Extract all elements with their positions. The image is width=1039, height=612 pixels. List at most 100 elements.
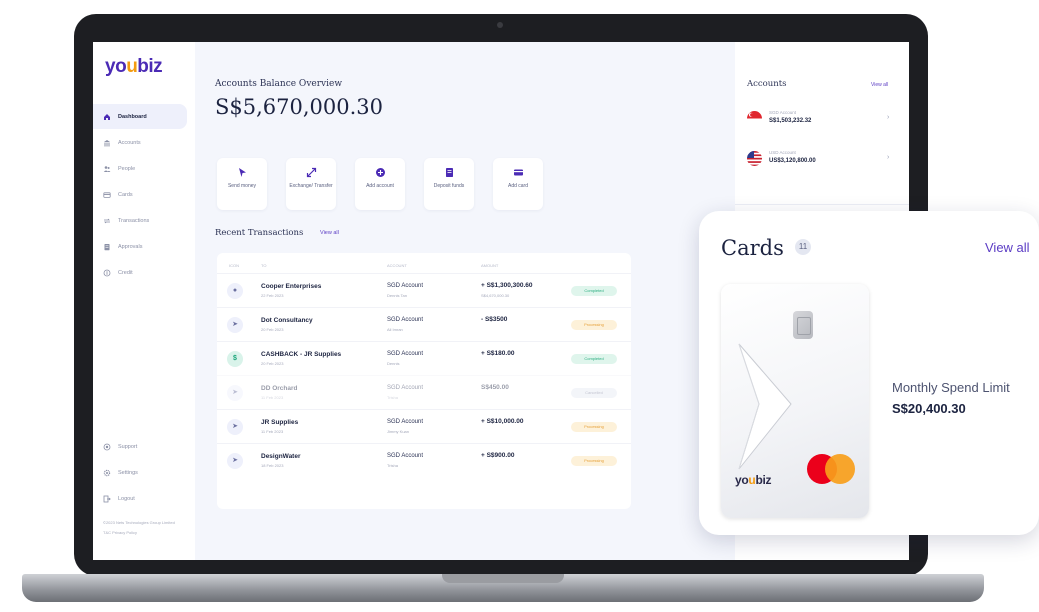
txn-date: 20 Feb 2023 bbox=[261, 361, 284, 366]
mastercard-logo-orange bbox=[825, 454, 855, 484]
gear-icon bbox=[103, 469, 111, 477]
sidebar-item-label: Dashboard bbox=[118, 113, 147, 120]
laptop-base bbox=[22, 574, 984, 602]
status-badge: Cancelled bbox=[571, 388, 617, 398]
sidebar-item-label: People bbox=[118, 165, 136, 172]
logout-icon bbox=[103, 495, 111, 503]
account-balance: S$1,503,232.32 bbox=[769, 118, 812, 124]
txn-account: SGD Account bbox=[387, 385, 424, 391]
column-header: AMOUNT bbox=[481, 263, 499, 268]
status-badge: Processing bbox=[571, 320, 617, 330]
status-badge: Processing bbox=[571, 422, 617, 432]
main-content: Accounts Balance Overview S$5,670,000.30… bbox=[195, 42, 735, 560]
status-badge: Completed bbox=[571, 286, 617, 296]
sidebar-item-support[interactable]: Support bbox=[93, 434, 195, 459]
exchange-transfer-button[interactable]: Exchange/ Transfer bbox=[286, 158, 336, 210]
send-icon bbox=[237, 167, 248, 178]
sidebar-item-credit[interactable]: Credit bbox=[93, 260, 195, 285]
sidebar-item-dashboard[interactable]: Dashboard bbox=[93, 104, 187, 129]
table-row[interactable]: ● Cooper Enterprises 22 Feb 2023 SGD Acc… bbox=[217, 273, 631, 307]
payee-name: DD Orchard bbox=[261, 385, 298, 392]
status-badge: Completed bbox=[571, 354, 617, 364]
txn-account: SGD Account bbox=[387, 351, 424, 357]
payment-card[interactable]: youbiz bbox=[721, 284, 869, 518]
table-row[interactable]: ➤ JR Supplies 11 Feb 2023 SGD Account Ji… bbox=[217, 409, 631, 443]
sidebar-item-transactions[interactable]: Transactions bbox=[93, 208, 195, 233]
table-row[interactable]: ➤ DD Orchard 11 Feb 2023 SGD Account Tri… bbox=[217, 375, 631, 409]
txn-date: 22 Feb 2023 bbox=[261, 293, 284, 298]
account-name: USD Account bbox=[769, 150, 796, 155]
sidebar-bottom-nav: Support Settings Logout bbox=[93, 434, 195, 512]
user-icon: ● bbox=[227, 283, 243, 299]
exchange-icon bbox=[306, 167, 317, 178]
txn-account-holder: Ali Imran bbox=[387, 327, 403, 332]
privacy-links[interactable]: T&C Privacy Policy bbox=[103, 530, 183, 536]
table-row[interactable]: ➤ DesignWater 18 Feb 2023 SGD Account Tr… bbox=[217, 443, 631, 477]
copyright-text: ©2023 Nets Technologies Group Limited bbox=[103, 520, 175, 525]
status-badge: Processing bbox=[571, 456, 617, 466]
account-item-sgd[interactable]: SGD Account S$1,503,232.32 › bbox=[747, 106, 897, 132]
sg-flag-icon bbox=[747, 111, 762, 126]
payee-name: JR Supplies bbox=[261, 419, 299, 426]
payee-name: DesignWater bbox=[261, 453, 301, 460]
payee-name: CASHBACK - JR Supplies bbox=[261, 351, 342, 358]
send-icon: ➤ bbox=[227, 385, 243, 401]
column-header: ICON bbox=[229, 263, 239, 268]
sidebar-item-label: Cards bbox=[118, 191, 133, 198]
accounts-view-all-link[interactable]: View all bbox=[871, 82, 888, 88]
txn-account-holder: Trisha bbox=[387, 463, 398, 468]
us-flag-icon bbox=[747, 151, 762, 166]
txn-date: 11 Feb 2023 bbox=[261, 395, 284, 400]
accounts-title: Accounts bbox=[747, 79, 787, 89]
spend-limit-value: S$20,400.30 bbox=[892, 401, 966, 416]
add-account-icon bbox=[375, 167, 386, 178]
cards-title: Cards bbox=[721, 236, 784, 260]
deposit-funds-button[interactable]: Deposit funds bbox=[424, 158, 474, 210]
credit-icon bbox=[103, 269, 111, 277]
cards-count-badge: 11 bbox=[795, 239, 811, 255]
txn-amount: + S$180.00 bbox=[481, 350, 515, 357]
action-label: Deposit funds bbox=[433, 183, 465, 189]
table-row[interactable]: ➤ Dot Consultancy 20 Feb 2023 SGD Accoun… bbox=[217, 307, 631, 341]
txn-amount: + S$1,300,300.60 bbox=[481, 282, 533, 289]
card-chip bbox=[793, 311, 813, 339]
add-card-button[interactable]: Add card bbox=[493, 158, 543, 210]
column-header: TO bbox=[261, 263, 267, 268]
sidebar-item-settings[interactable]: Settings bbox=[93, 460, 195, 485]
table-header: ICON TO ACCOUNT AMOUNT bbox=[225, 259, 625, 271]
action-label: Send money bbox=[227, 183, 257, 189]
txn-date: 20 Feb 2023 bbox=[261, 327, 284, 332]
account-item-usd[interactable]: USD Account US$3,120,800.00 › bbox=[747, 146, 897, 172]
sidebar-item-label: Logout bbox=[118, 495, 135, 502]
recent-view-all-link[interactable]: View all bbox=[320, 230, 339, 236]
txn-account: SGD Account bbox=[387, 317, 424, 323]
payee-name: Dot Consultancy bbox=[261, 317, 313, 324]
total-balance: S$5,670,000.30 bbox=[215, 95, 384, 119]
txn-amount: + S$10,000.00 bbox=[481, 418, 524, 425]
send-icon: ➤ bbox=[227, 317, 243, 333]
table-row[interactable]: $ CASHBACK - JR Supplies 20 Feb 2023 SGD… bbox=[217, 341, 631, 375]
transfer-icon bbox=[103, 217, 111, 225]
txn-account-holder: Dennis Tan bbox=[387, 293, 407, 298]
sidebar-item-approvals[interactable]: Approvals bbox=[93, 234, 195, 259]
add-account-button[interactable]: Add account bbox=[355, 158, 405, 210]
action-label: Add card bbox=[507, 183, 528, 189]
txn-amount: + S$900.00 bbox=[481, 452, 515, 459]
support-icon bbox=[103, 443, 111, 451]
divider bbox=[735, 204, 909, 205]
sidebar-item-cards[interactable]: Cards bbox=[93, 182, 195, 207]
txn-date: 11 Feb 2023 bbox=[261, 429, 284, 434]
txn-account-holder: Trisha bbox=[387, 395, 398, 400]
sidebar-item-people[interactable]: People bbox=[93, 156, 195, 181]
clipboard-icon bbox=[103, 243, 111, 251]
sidebar-item-accounts[interactable]: Accounts bbox=[93, 130, 195, 155]
app-logo[interactable]: youbiz bbox=[105, 56, 163, 78]
txn-date: 18 Feb 2023 bbox=[261, 463, 284, 468]
txn-account-holder: Dennis bbox=[387, 361, 400, 366]
transactions-table: ICON TO ACCOUNT AMOUNT ● Cooper Enterpri… bbox=[217, 253, 631, 509]
send-money-button[interactable]: Send money bbox=[217, 158, 267, 210]
txn-amount: S$450.00 bbox=[481, 384, 509, 391]
cards-popup: Cards 11 View all youbiz Monthly Spend L… bbox=[699, 211, 1039, 535]
sidebar-item-logout[interactable]: Logout bbox=[93, 486, 195, 511]
cards-view-all-link[interactable]: View all bbox=[985, 240, 1030, 255]
